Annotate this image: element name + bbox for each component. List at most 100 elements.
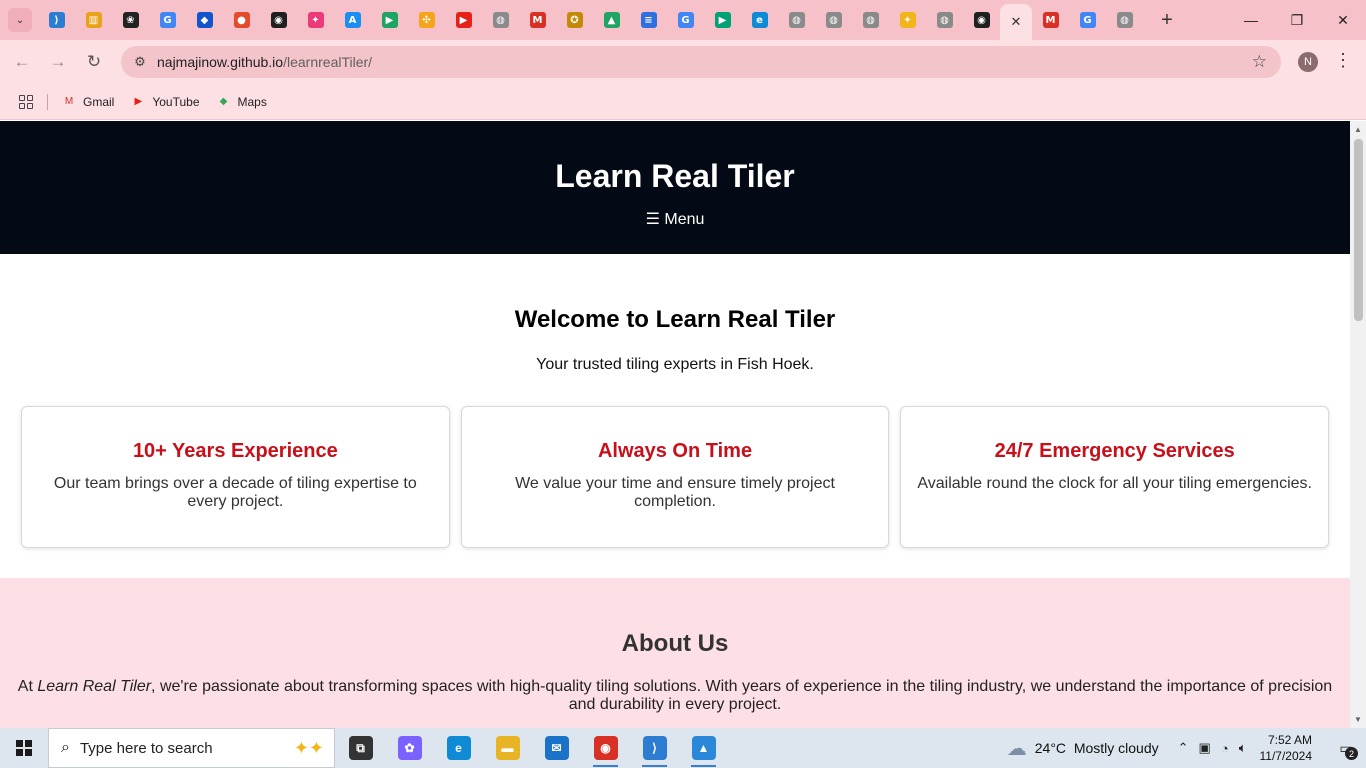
maps-icon: ◆	[219, 96, 228, 107]
new-tab-button[interactable]: +	[1153, 6, 1181, 34]
browser-tab[interactable]: ◍	[852, 4, 889, 36]
browser-tab[interactable]: ◉	[963, 4, 1000, 36]
browser-tab[interactable]: ≡	[630, 4, 667, 36]
restore-button[interactable]: ❐	[1274, 0, 1320, 40]
menu-button[interactable]: ☰ Menu	[646, 210, 705, 230]
browser-tab[interactable]: ◉	[260, 4, 297, 36]
browser-tab[interactable]: e	[741, 4, 778, 36]
scrollbar-thumb[interactable]	[1354, 139, 1363, 321]
taskbar-app[interactable]: e	[434, 728, 483, 768]
clock-date: 11/7/2024	[1259, 749, 1313, 763]
tab-search-button[interactable]: ⌄	[8, 8, 32, 32]
cloud-icon: ☁	[1006, 737, 1027, 760]
taskbar-app[interactable]: ⧉	[336, 728, 385, 768]
browser-tab[interactable]: ✣	[408, 4, 445, 36]
bookmark-list: M Gmail ▶ YouTube ◆ Maps	[61, 95, 283, 109]
browser-tab[interactable]: ◍	[815, 4, 852, 36]
youtube-icon: ▶	[455, 12, 472, 28]
scroll-up-icon[interactable]: ▲	[1354, 125, 1362, 134]
github-icon: ◉	[973, 12, 990, 28]
browser-tab[interactable]: G	[667, 4, 704, 36]
reload-button[interactable]: ↻	[76, 44, 112, 80]
browser-tab[interactable]: M	[519, 4, 556, 36]
feature-title: 10+ Years Experience	[132, 440, 338, 462]
meet-icon[interactable]: ▣	[1199, 740, 1211, 756]
tab-list: ⟩ ▥ ❀ G ◆ ● ◉ ✦ A ▶ ✣ ▶ ◍ M ✪ ▲ ≡ G ▶ e ◍ ◍ ◍ ✦ ◍ ◉ ✕ M G ◍	[38, 0, 1143, 40]
browser-tab[interactable]: ◍	[926, 4, 963, 36]
weather-widget[interactable]: ☁ 24°C Mostly cloudy	[1007, 736, 1159, 761]
copilot-sparkle-icon: ✦✦	[293, 737, 324, 758]
chevron-up-icon[interactable]: ⌃	[1178, 740, 1189, 756]
notification-center-button[interactable]: ▭ 2	[1326, 728, 1366, 768]
taskbar-app[interactable]: ✉	[532, 728, 581, 768]
bookmark-maps[interactable]: ◆ Maps	[216, 95, 267, 109]
volume-icon[interactable]: 🔈︎	[1239, 740, 1247, 756]
browser-tab[interactable]: ●	[223, 4, 260, 36]
drive-icon: ▲	[603, 12, 620, 28]
browser-tab[interactable]: ✪	[556, 4, 593, 36]
browser-tab[interactable]: G	[1069, 4, 1106, 36]
start-button[interactable]	[0, 728, 48, 768]
browser-tab[interactable]: ▶	[445, 4, 482, 36]
clock[interactable]: 7:52 AM 11/7/2024	[1260, 732, 1313, 764]
browser-tab[interactable]: G	[149, 4, 186, 36]
browser-tab[interactable]: M	[1032, 4, 1069, 36]
close-window-button[interactable]: ✕	[1320, 0, 1366, 40]
browser-menu-icon[interactable]: ⋮	[1334, 50, 1352, 71]
taskbar-app[interactable]: ⟩	[630, 728, 679, 768]
youtube-icon: ▶	[134, 96, 143, 107]
feature-card-emergency: 24/7 Emergency Services Available round …	[900, 406, 1330, 548]
taskbar-app[interactable]: ▲	[679, 728, 728, 768]
browser-tab[interactable]: ◍	[778, 4, 815, 36]
docs-icon: ≡	[640, 12, 657, 28]
search-icon: ⌕	[61, 739, 70, 756]
bookmark-youtube[interactable]: ▶ YouTube	[130, 95, 199, 109]
page-scrollbar[interactable]: ▲ ▼	[1350, 121, 1366, 728]
github-icon: ◉	[270, 12, 287, 28]
gmail-icon: M	[529, 12, 546, 28]
globe-icon: ◍	[862, 12, 879, 28]
edge-icon: e	[446, 736, 471, 760]
feature-title: 24/7 Emergency Services	[994, 440, 1235, 462]
url-host: najmajinow.github.io	[157, 54, 284, 70]
browser-toolbar: ← → ↻ ⚙ najmajinow.github.io/learnrealTi…	[0, 40, 1366, 84]
scroll-down-icon[interactable]: ▼	[1354, 715, 1362, 724]
profile-avatar[interactable]: N	[1298, 52, 1318, 72]
browser-tab[interactable]: ▥	[75, 4, 112, 36]
bookmark-star-icon[interactable]: ☆	[1252, 52, 1267, 72]
bluesky-icon: ✦	[307, 12, 324, 28]
minimize-button[interactable]: —	[1228, 0, 1274, 40]
address-bar[interactable]: ⚙ najmajinow.github.io/learnrealTiler/ ☆	[121, 46, 1281, 78]
feature-title: Always On Time	[597, 440, 753, 462]
forward-button[interactable]: →	[40, 44, 76, 80]
network-icon[interactable]: ◔	[1221, 741, 1229, 756]
welcome-text: Your trusted tiling experts in Fish Hoek…	[536, 356, 814, 373]
browser-tab[interactable]: ❀	[112, 4, 149, 36]
browser-tab[interactable]: ▶	[704, 4, 741, 36]
back-button[interactable]: ←	[4, 44, 40, 80]
browser-tab-active[interactable]: ✕	[1000, 4, 1032, 40]
taskbar-app[interactable]: ◉	[581, 728, 630, 768]
site-info-icon[interactable]: ⚙	[125, 54, 155, 70]
browser-tab[interactable]: A	[334, 4, 371, 36]
bookmark-gmail[interactable]: M Gmail	[61, 95, 115, 109]
globe-icon: ◍	[1116, 12, 1133, 28]
taskbar-app[interactable]: ▬	[483, 728, 532, 768]
browser-tab[interactable]: ⟩	[38, 4, 75, 36]
taskbar-app[interactable]: ✿	[385, 728, 434, 768]
browser-tab[interactable]: ✦	[297, 4, 334, 36]
browser-tab[interactable]: ✦	[889, 4, 926, 36]
apps-grid-icon[interactable]	[19, 94, 33, 109]
url-text[interactable]: najmajinow.github.io/learnrealTiler/	[157, 54, 372, 70]
browser-tab[interactable]: ◆	[186, 4, 223, 36]
vscode-icon: ⟩	[48, 12, 65, 28]
globe-icon: ◍	[936, 12, 953, 28]
close-tab-icon[interactable]: ✕	[1011, 14, 1022, 30]
browser-tab[interactable]: ▶	[371, 4, 408, 36]
browser-tab[interactable]: ◍	[1106, 4, 1143, 36]
taskbar-apps: ⧉ ✿ e ▬ ✉ ◉ ⟩ ▲	[336, 728, 728, 768]
taskbar-search[interactable]: ⌕ Type here to search ✦✦	[48, 728, 335, 768]
browser-tab[interactable]: ◍	[482, 4, 519, 36]
bookmarks-bar: M Gmail ▶ YouTube ◆ Maps	[0, 84, 1366, 120]
browser-tab[interactable]: ▲	[593, 4, 630, 36]
